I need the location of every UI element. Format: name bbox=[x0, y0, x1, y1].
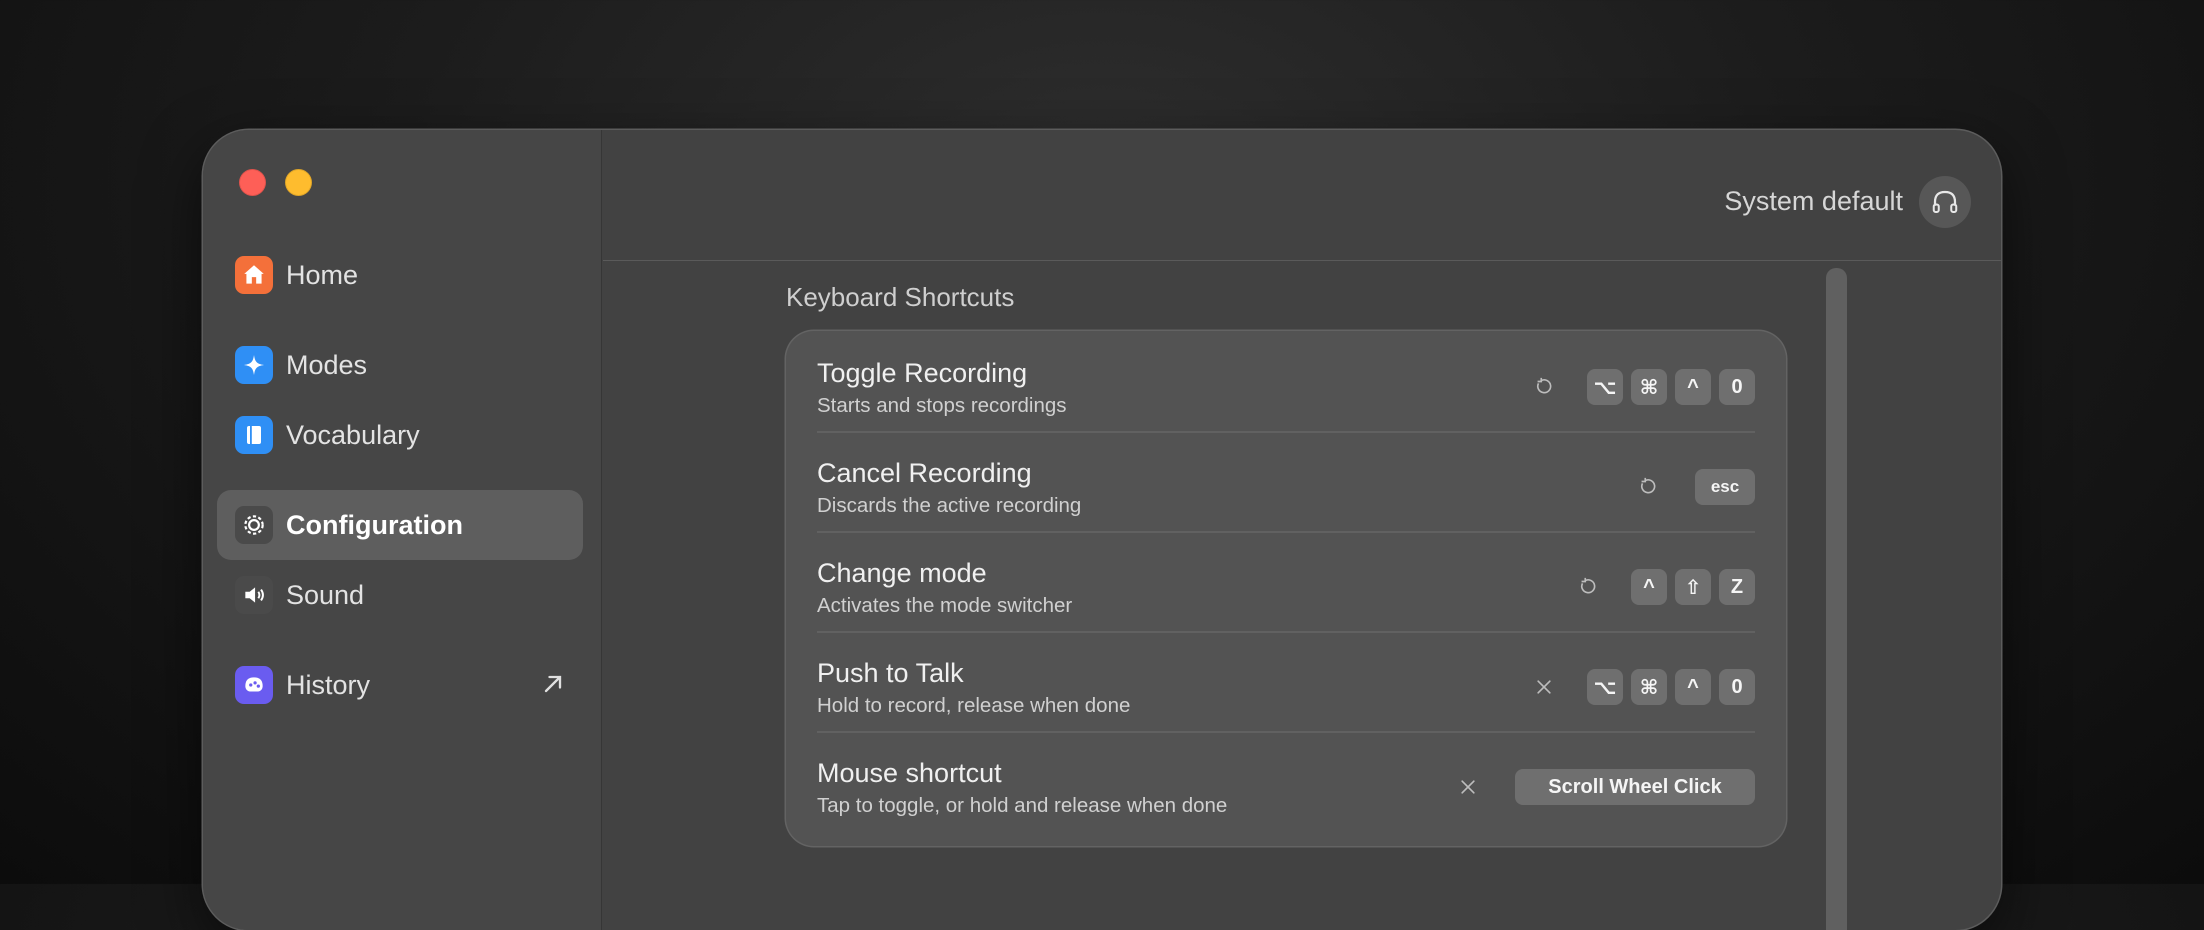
row-title: Toggle Recording bbox=[817, 358, 1028, 388]
history-icon bbox=[235, 666, 273, 704]
shortcuts-card: Toggle Recording Starts and stops record… bbox=[786, 331, 1786, 846]
book-icon bbox=[235, 416, 273, 454]
key-command[interactable]: ⌘ bbox=[1631, 369, 1667, 405]
clear-icon[interactable] bbox=[1529, 672, 1559, 702]
sidebar-item-vocabulary[interactable]: Vocabulary bbox=[217, 400, 583, 470]
external-link-icon bbox=[539, 670, 567, 703]
speaker-icon bbox=[235, 576, 273, 614]
sidebar-item-home[interactable]: Home bbox=[217, 240, 583, 310]
row-description: Activates the mode switcher bbox=[817, 594, 1073, 617]
main-content: System default Keyboard Shortcuts Toggle… bbox=[603, 130, 2001, 930]
shortcut-row-mouse-shortcut: Mouse shortcut Tap to toggle, or hold an… bbox=[817, 731, 1755, 831]
key-control[interactable]: ^ bbox=[1675, 369, 1711, 405]
row-title: Change mode bbox=[817, 558, 987, 588]
sidebar-item-label: Sound bbox=[286, 579, 365, 610]
shortcut-row-toggle-recording: Toggle Recording Starts and stops record… bbox=[817, 331, 1755, 431]
shortcut-row-cancel-recording: Cancel Recording Discards the active rec… bbox=[817, 431, 1755, 531]
minimize-window-button[interactable] bbox=[285, 169, 312, 196]
row-description: Discards the active recording bbox=[817, 494, 1082, 517]
row-title: Push to Talk bbox=[817, 658, 964, 688]
key-shift[interactable]: ⇧ bbox=[1675, 569, 1711, 605]
key-control[interactable]: ^ bbox=[1675, 669, 1711, 705]
row-description: Hold to record, release when done bbox=[817, 694, 1131, 717]
gear-icon bbox=[235, 506, 273, 544]
shortcut-row-change-mode: Change mode Activates the mode switcher … bbox=[817, 531, 1755, 631]
sidebar-item-configuration[interactable]: Configuration bbox=[217, 490, 583, 560]
row-title: Cancel Recording bbox=[817, 458, 1032, 488]
sidebar-item-label: Configuration bbox=[286, 509, 463, 540]
home-icon bbox=[235, 256, 273, 294]
sidebar-item-label: Modes bbox=[286, 349, 368, 380]
key-zero[interactable]: 0 bbox=[1719, 669, 1755, 705]
key-escape[interactable]: esc bbox=[1695, 469, 1755, 505]
reset-icon[interactable] bbox=[1573, 572, 1603, 602]
shortcut-row-push-to-talk: Push to Talk Hold to record, release whe… bbox=[817, 631, 1755, 731]
sidebar-item-history[interactable]: History bbox=[217, 650, 583, 720]
toolbar: System default bbox=[603, 130, 2001, 261]
audio-device-label[interactable]: System default bbox=[1724, 186, 1903, 217]
row-title: Mouse shortcut bbox=[817, 758, 1002, 788]
row-description: Starts and stops recordings bbox=[817, 394, 1067, 417]
section-title: Keyboard Shortcuts bbox=[786, 282, 1015, 312]
key-command[interactable]: ⌘ bbox=[1631, 669, 1667, 705]
scrollbar[interactable] bbox=[1826, 268, 1847, 930]
sidebar-item-label: History bbox=[286, 669, 371, 700]
clear-icon[interactable] bbox=[1453, 772, 1483, 802]
close-window-button[interactable] bbox=[239, 169, 266, 196]
sidebar-item-label: Home bbox=[286, 259, 359, 290]
app-window: Home Modes Vocabulary Configuration Soun bbox=[203, 130, 2001, 930]
key-z[interactable]: Z bbox=[1719, 569, 1755, 605]
reset-icon[interactable] bbox=[1633, 472, 1663, 502]
key-control[interactable]: ^ bbox=[1631, 569, 1667, 605]
key-zero[interactable]: 0 bbox=[1719, 369, 1755, 405]
mouse-shortcut-button[interactable]: Scroll Wheel Click bbox=[1515, 769, 1755, 805]
sidebar-item-label: Vocabulary bbox=[286, 419, 420, 450]
key-option[interactable]: ⌥ bbox=[1587, 669, 1623, 705]
row-description: Tap to toggle, or hold and release when … bbox=[817, 794, 1228, 817]
headphones-icon[interactable] bbox=[1919, 176, 1971, 228]
reset-icon[interactable] bbox=[1529, 372, 1559, 402]
sidebar-item-sound[interactable]: Sound bbox=[217, 560, 583, 630]
key-option[interactable]: ⌥ bbox=[1587, 369, 1623, 405]
sidebar-item-modes[interactable]: Modes bbox=[217, 330, 583, 400]
sidebar: Home Modes Vocabulary Configuration Soun bbox=[203, 130, 602, 930]
sparkle-icon bbox=[235, 346, 273, 384]
